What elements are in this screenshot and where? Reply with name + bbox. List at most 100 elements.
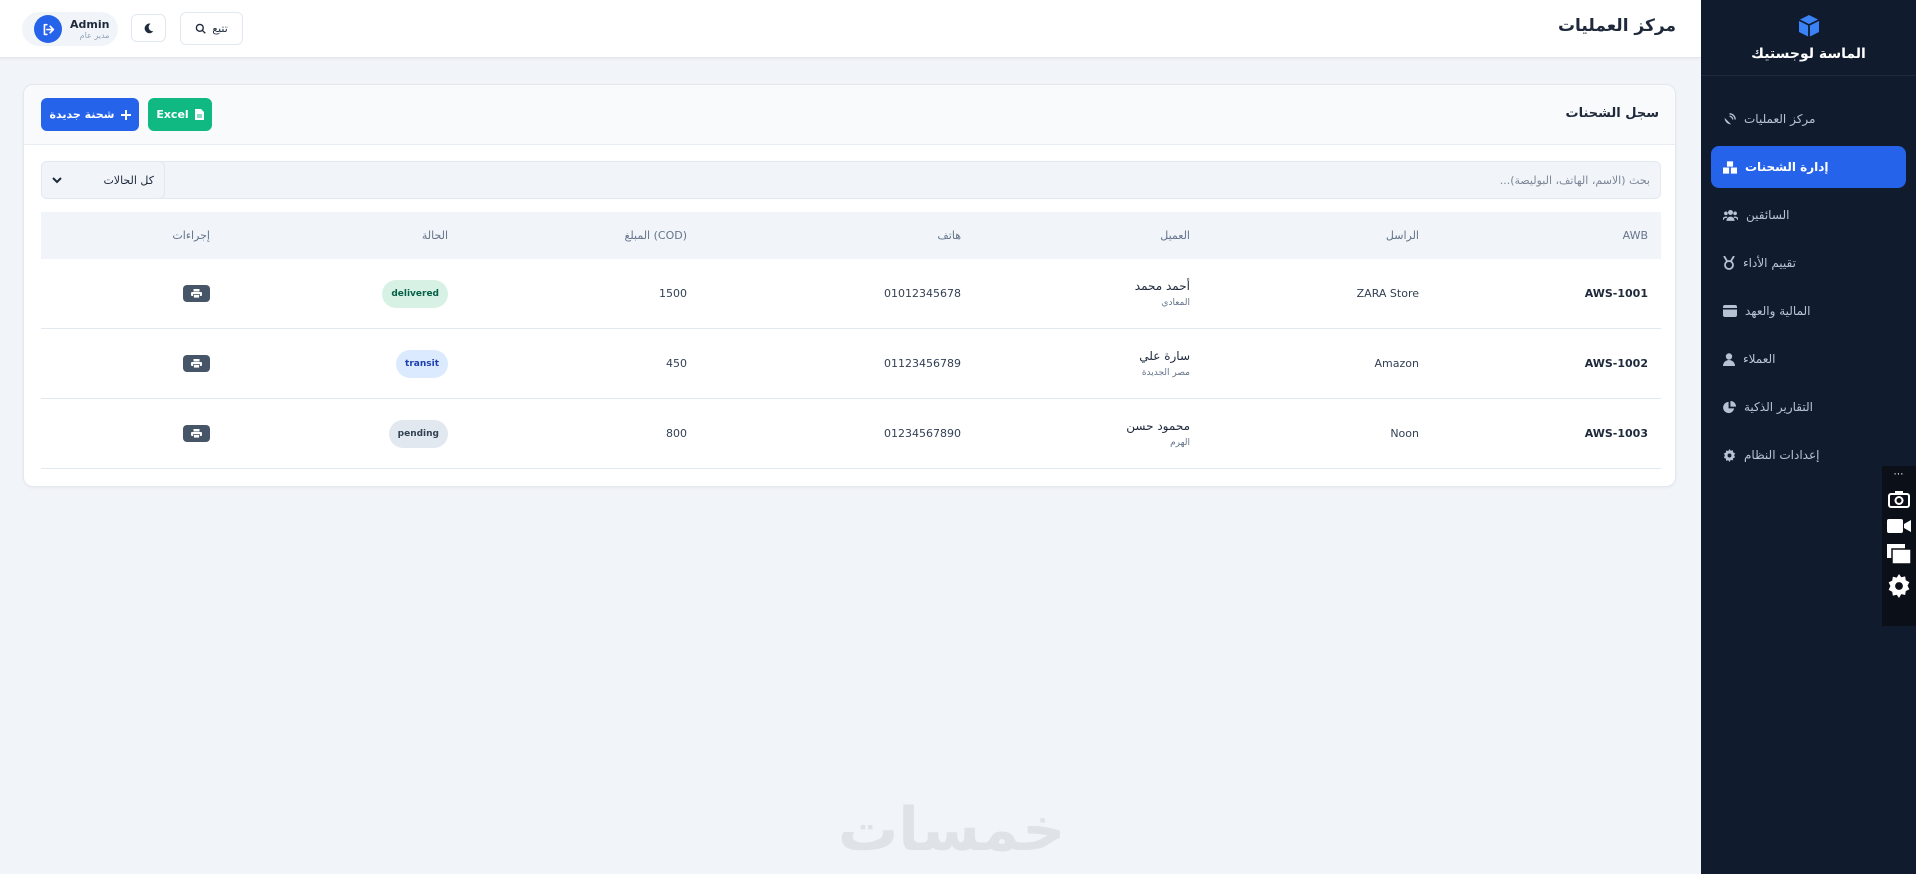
more-dots-icon[interactable]: ⋯ xyxy=(1894,470,1905,480)
windows-icon[interactable] xyxy=(1887,544,1911,564)
wallet-icon xyxy=(1723,305,1737,317)
print-button[interactable] xyxy=(183,425,210,442)
sidebar-item-finance[interactable]: المالية والعهد xyxy=(1711,290,1906,332)
medal-icon xyxy=(1723,256,1735,270)
status-filter-select[interactable]: كل الحالات xyxy=(41,161,165,199)
camera-icon[interactable] xyxy=(1888,490,1910,508)
status-badge: delivered xyxy=(382,279,448,308)
sidebar-item-performance[interactable]: تقييم الأداء xyxy=(1711,242,1906,284)
sidebar-item-shipments[interactable]: إدارة الشحنات xyxy=(1711,146,1906,188)
new-shipment-label: شحنة جديدة xyxy=(49,108,115,121)
print-icon xyxy=(191,429,202,438)
user-role: مدير عام xyxy=(79,31,110,40)
table-row[interactable]: AWS-1002 Amazon سارة علي مصر الجديدة 0112… xyxy=(41,329,1661,399)
sender-cell: Noon xyxy=(1390,427,1419,440)
satellite-dish-icon xyxy=(1724,112,1736,124)
table-row[interactable]: AWS-1001 ZARA Store أحمد محمد المعادي 010… xyxy=(41,259,1661,329)
user-icon xyxy=(1723,352,1735,366)
client-name: سارة علي xyxy=(1139,349,1190,363)
awb-cell: AWS-1003 xyxy=(1584,427,1648,440)
search-input[interactable] xyxy=(81,161,1661,199)
file-icon xyxy=(194,109,204,120)
logout-icon[interactable] xyxy=(34,15,62,43)
watermark: خمسات xyxy=(838,795,1066,865)
sidebar: الماسة لوجستيك مركز العمليات إدارة الشحن… xyxy=(1701,0,1916,874)
print-icon xyxy=(191,359,202,368)
client-name: أحمد محمد xyxy=(1134,279,1190,293)
track-label: تتبع xyxy=(212,22,228,35)
sidebar-item-label: السائقين xyxy=(1746,208,1790,222)
shipments-table: AWB الراسل العميل هاتف المبلغ (COD) الحا… xyxy=(41,212,1661,469)
awb-cell: AWS-1001 xyxy=(1584,287,1648,300)
phone-cell: 01123456789 xyxy=(884,357,961,370)
print-button[interactable] xyxy=(183,355,210,372)
cube-icon xyxy=(1798,14,1819,37)
search-icon xyxy=(195,23,207,34)
status-badge: transit xyxy=(396,349,448,378)
col-amount: المبلغ (COD) xyxy=(624,229,687,242)
print-button[interactable] xyxy=(183,285,210,302)
print-icon xyxy=(191,289,202,298)
users-icon xyxy=(1723,210,1738,221)
amount-cell: 800 xyxy=(666,427,687,440)
boxes-icon xyxy=(1723,160,1737,174)
col-client: العميل xyxy=(1160,229,1190,242)
settings-gear-icon[interactable] xyxy=(1887,574,1911,598)
amount-cell: 450 xyxy=(666,357,687,370)
client-area: المعادي xyxy=(1161,298,1190,308)
sidebar-item-label: المالية والعهد xyxy=(1745,304,1811,318)
page-title: مركز العمليات xyxy=(1557,16,1676,36)
sidebar-item-label: مركز العمليات xyxy=(1744,112,1816,126)
brand-name: الماسة لوجستيك xyxy=(1751,45,1866,62)
new-shipment-button[interactable]: شحنة جديدة xyxy=(41,98,139,131)
col-actions: إجراءات xyxy=(172,229,210,242)
phone-cell: 01234567890 xyxy=(884,427,961,440)
sender-cell: ZARA Store xyxy=(1356,287,1419,300)
client-area: الهرم xyxy=(1170,438,1190,448)
sidebar-item-reports[interactable]: التقارير الذكية xyxy=(1711,386,1906,428)
sidebar-item-customers[interactable]: العملاء xyxy=(1711,338,1906,380)
sidebar-nav: مركز العمليات إدارة الشحنات السائقين تقي… xyxy=(1701,76,1916,476)
col-status: الحالة xyxy=(421,229,448,242)
brand: الماسة لوجستيك xyxy=(1701,0,1916,76)
awb-cell: AWS-1002 xyxy=(1584,357,1648,370)
amount-cell: 1500 xyxy=(659,287,687,300)
card-title: سجل الشحنات xyxy=(1565,106,1659,121)
theme-toggle-button[interactable] xyxy=(131,14,166,42)
sidebar-item-label: إدارة الشحنات xyxy=(1745,160,1829,174)
excel-export-button[interactable]: Excel xyxy=(148,98,212,131)
top-bar: مركز العمليات Admin مدير عام تتبع xyxy=(0,0,1701,58)
sidebar-item-label: تقييم الأداء xyxy=(1743,256,1796,270)
table-row[interactable]: AWS-1003 Noon محمود حسن الهرم 01234567890… xyxy=(41,399,1661,469)
sidebar-item-label: العملاء xyxy=(1743,352,1776,366)
col-phone: هاتف xyxy=(937,229,961,242)
user-name: Admin xyxy=(70,18,110,31)
phone-cell: 01012345678 xyxy=(884,287,961,300)
gear-icon xyxy=(1723,448,1736,462)
pie-chart-icon xyxy=(1723,400,1736,413)
chevron-down-icon xyxy=(52,177,62,184)
plus-icon xyxy=(120,109,131,120)
excel-label: Excel xyxy=(156,108,189,121)
client-name: محمود حسن xyxy=(1126,419,1190,433)
table-header: AWB الراسل العميل هاتف المبلغ (COD) الحا… xyxy=(41,212,1661,259)
user-menu[interactable]: Admin مدير عام xyxy=(22,12,118,46)
sender-cell: Amazon xyxy=(1374,357,1419,370)
sidebar-item-operations-center[interactable]: مركز العمليات xyxy=(1711,98,1906,140)
track-button[interactable]: تتبع xyxy=(180,12,243,45)
sidebar-item-label: التقارير الذكية xyxy=(1744,400,1813,414)
card-header: سجل الشحنات شحنة جديدة Excel xyxy=(24,85,1675,145)
status-badge: pending xyxy=(388,419,448,448)
sidebar-item-settings[interactable]: إعدادات النظام xyxy=(1711,434,1906,476)
col-awb: AWB xyxy=(1622,229,1648,242)
sidebar-item-drivers[interactable]: السائقين xyxy=(1711,194,1906,236)
filters-bar: كل الحالات xyxy=(41,161,1661,199)
floating-tools: ⋯ xyxy=(1882,466,1916,626)
shipments-card: سجل الشحنات شحنة جديدة Excel كل الحالات … xyxy=(23,84,1676,487)
moon-icon xyxy=(144,23,154,33)
client-area: مصر الجديدة xyxy=(1141,368,1190,378)
sidebar-item-label: إعدادات النظام xyxy=(1744,448,1820,462)
status-filter-value: كل الحالات xyxy=(103,173,154,187)
video-camera-icon[interactable] xyxy=(1887,518,1911,534)
col-sender: الراسل xyxy=(1385,229,1419,242)
